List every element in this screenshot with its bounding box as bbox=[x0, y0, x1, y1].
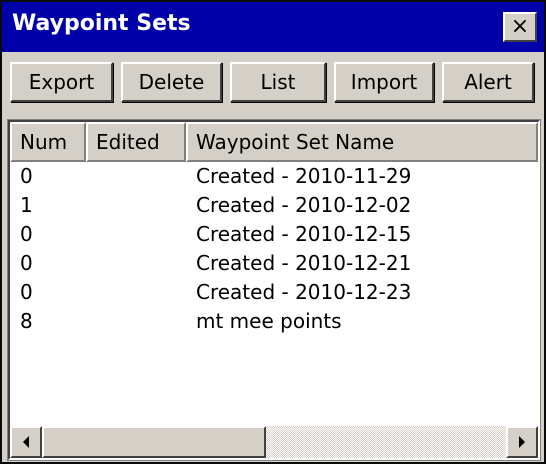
cell-name: mt mee points bbox=[196, 309, 342, 333]
table-row[interactable]: 8 mt mee points bbox=[10, 307, 538, 336]
cell-num: 0 bbox=[20, 280, 33, 304]
scrollbar-thumb[interactable] bbox=[42, 426, 266, 458]
close-button[interactable]: × bbox=[503, 12, 537, 42]
table-row[interactable]: 0 Created - 2010-12-15 bbox=[10, 220, 538, 249]
cell-name: Created - 2010-12-02 bbox=[196, 193, 412, 217]
scroll-right-button[interactable] bbox=[506, 426, 538, 458]
cell-num: 0 bbox=[20, 222, 33, 246]
title-bar: Waypoint Sets × bbox=[2, 2, 544, 52]
table-row[interactable]: 1 Created - 2010-12-02 bbox=[10, 191, 538, 220]
cell-num: 8 bbox=[20, 309, 33, 333]
cell-num: 0 bbox=[20, 251, 33, 275]
left-arrow-icon bbox=[23, 436, 29, 448]
toolbar: Export Delete List Import Alert bbox=[2, 52, 544, 114]
table-row[interactable]: 0 Created - 2010-12-23 bbox=[10, 278, 538, 307]
alert-button[interactable]: Alert bbox=[442, 62, 534, 102]
window-title: Waypoint Sets bbox=[12, 11, 191, 36]
right-arrow-icon bbox=[519, 436, 525, 448]
close-icon: × bbox=[510, 14, 530, 39]
table-row[interactable]: 0 Created - 2010-11-29 bbox=[10, 162, 538, 191]
horizontal-scrollbar[interactable] bbox=[10, 426, 538, 458]
waypoint-set-list[interactable]: Num Edited Waypoint Set Name 0 Created -… bbox=[7, 119, 541, 461]
column-header-edited[interactable]: Edited bbox=[86, 122, 186, 162]
list-rows: 0 Created - 2010-11-29 1 Created - 2010-… bbox=[10, 162, 538, 336]
waypoint-sets-window: Waypoint Sets × Export Delete List Impor… bbox=[0, 0, 546, 464]
column-header-num[interactable]: Num bbox=[10, 122, 86, 162]
cell-name: Created - 2010-12-23 bbox=[196, 280, 412, 304]
cell-name: Created - 2010-12-15 bbox=[196, 222, 412, 246]
cell-num: 0 bbox=[20, 164, 33, 188]
import-button[interactable]: Import bbox=[334, 62, 434, 102]
delete-button[interactable]: Delete bbox=[121, 62, 222, 102]
export-button[interactable]: Export bbox=[10, 62, 113, 102]
cell-name: Created - 2010-12-21 bbox=[196, 251, 412, 275]
column-header-name[interactable]: Waypoint Set Name bbox=[186, 122, 538, 162]
list-button[interactable]: List bbox=[230, 62, 326, 102]
table-row[interactable]: 0 Created - 2010-12-21 bbox=[10, 249, 538, 278]
cell-num: 1 bbox=[20, 193, 33, 217]
list-header: Num Edited Waypoint Set Name bbox=[10, 122, 538, 162]
cell-name: Created - 2010-11-29 bbox=[196, 164, 412, 188]
scroll-left-button[interactable] bbox=[10, 426, 42, 458]
